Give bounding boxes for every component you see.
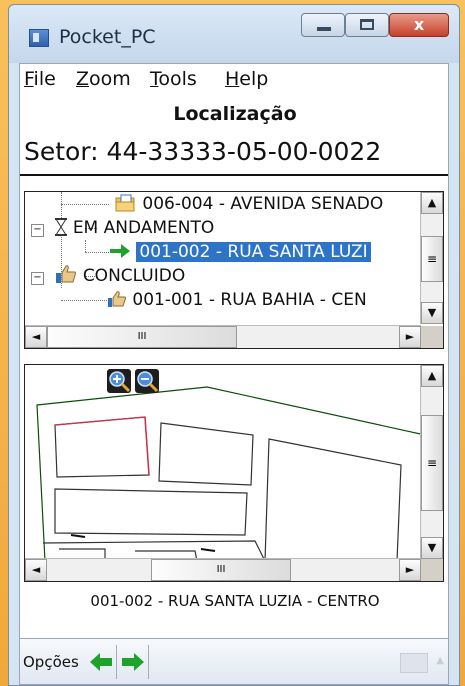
app-window: Pocket_PC x File Zoom Tools Help Localiz… [8,4,460,686]
scroll-thumb[interactable]: ≡ [421,236,443,282]
tree-item[interactable]: − EM ANDAMENTO [31,216,214,240]
zoom-out-icon[interactable] [135,369,159,393]
green-arrow-icon [110,244,130,258]
thumbs-up-icon [108,291,126,307]
scroll-right-button[interactable]: ► [399,559,421,581]
scroll-thumb[interactable]: III [47,326,237,348]
minimize-button[interactable] [301,13,345,37]
scroll-corner [421,559,443,581]
tree-horizontal-scrollbar[interactable]: ◄ III ► [25,325,421,348]
input-panel-toggle[interactable]: ▲ [436,655,444,666]
tree-item-selected[interactable]: 001-002 - RUA SANTA LUZI [109,240,371,264]
map-canvas [36,386,426,562]
tree-item-label: 006-004 - AVENIDA SENADO [142,194,384,214]
tree-item-label: 001-002 - RUA SANTA LUZI [136,242,371,262]
back-button[interactable] [86,645,117,679]
client-area: File Zoom Tools Help Localização Setor: … [19,63,449,685]
menu-help[interactable]: Help [225,68,268,90]
options-menu[interactable]: Opções [23,653,79,671]
tree-item-label: 001-001 - RUA BAHIA - CEN [132,290,367,310]
title-bar[interactable]: Pocket_PC x [9,5,459,63]
menu-file-rest: ile [33,68,56,90]
forward-button[interactable] [118,645,149,679]
menu-tools-rest: ools [158,68,197,90]
app-icon [29,29,49,47]
selected-location-caption: 001-002 - RUA SANTA LUZIA - CENTRO [90,592,380,610]
page-title: Localização [173,103,297,125]
hourglass-icon [55,218,68,236]
tree-item[interactable]: 001-001 - RUA BAHIA - CEN [107,288,367,312]
window-title: Pocket_PC [59,26,156,48]
scroll-thumb[interactable]: ≡ [421,415,443,511]
collapse-toggle[interactable]: − [31,224,44,237]
tree-item[interactable]: − CONCLUIDO [31,264,185,288]
zoom-in-icon[interactable] [107,369,131,393]
setor-label: Setor: 44-33333-05-00-0022 [24,137,382,166]
green-right-arrow-icon [122,653,144,671]
map-view[interactable]: ▲ ≡ ▼ ◄ III ► [24,364,444,582]
keyboard-icon[interactable] [400,653,428,673]
tree-connector [61,300,109,301]
scroll-down-button[interactable]: ▼ [421,537,443,559]
tree-connector [61,204,109,205]
scroll-right-button[interactable]: ► [399,326,421,348]
scroll-up-button[interactable]: ▲ [421,365,443,387]
scroll-thumb[interactable]: III [151,559,291,581]
scroll-left-button[interactable]: ◄ [25,326,47,348]
desktop-background: Pocket_PC x File Zoom Tools Help Localiz… [0,0,465,686]
tree-item[interactable]: 006-004 - AVENIDA SENADO [115,192,383,216]
menu-tools[interactable]: Tools [150,68,197,90]
tree-view[interactable]: 006-004 - AVENIDA SENADO − EM ANDAMENTO … [24,191,444,349]
menu-help-rest: elp [239,68,269,90]
map-horizontal-scrollbar[interactable]: ◄ III ► [25,558,421,581]
tree-item-label: CONCLUIDO [82,266,186,286]
divider [20,174,448,176]
tree-connector [85,252,109,253]
menu-bar: File Zoom Tools Help [20,64,448,100]
menu-file[interactable]: File [24,68,56,90]
map-vertical-scrollbar[interactable]: ▲ ≡ ▼ [420,365,443,559]
tree-item-label: EM ANDAMENTO [72,218,215,238]
close-icon: x [413,15,425,34]
bottom-toolbar: Opções ▲ [20,638,448,684]
scroll-down-button[interactable]: ▼ [421,302,443,324]
maximize-button[interactable] [345,13,389,37]
scroll-left-button[interactable]: ◄ [25,559,47,581]
scroll-up-button[interactable]: ▲ [421,192,443,214]
tree-connector [85,240,86,252]
close-button[interactable]: x [389,13,449,37]
tree-vertical-scrollbar[interactable]: ▲ ≡ ▼ [420,192,443,324]
menu-zoom[interactable]: Zoom [76,68,131,90]
thumbs-up-icon [56,265,77,283]
scroll-corner [421,326,443,348]
folder-icon [115,194,135,212]
menu-zoom-rest: oom [89,68,131,90]
collapse-toggle[interactable]: − [31,272,44,285]
green-left-arrow-icon [90,653,112,671]
